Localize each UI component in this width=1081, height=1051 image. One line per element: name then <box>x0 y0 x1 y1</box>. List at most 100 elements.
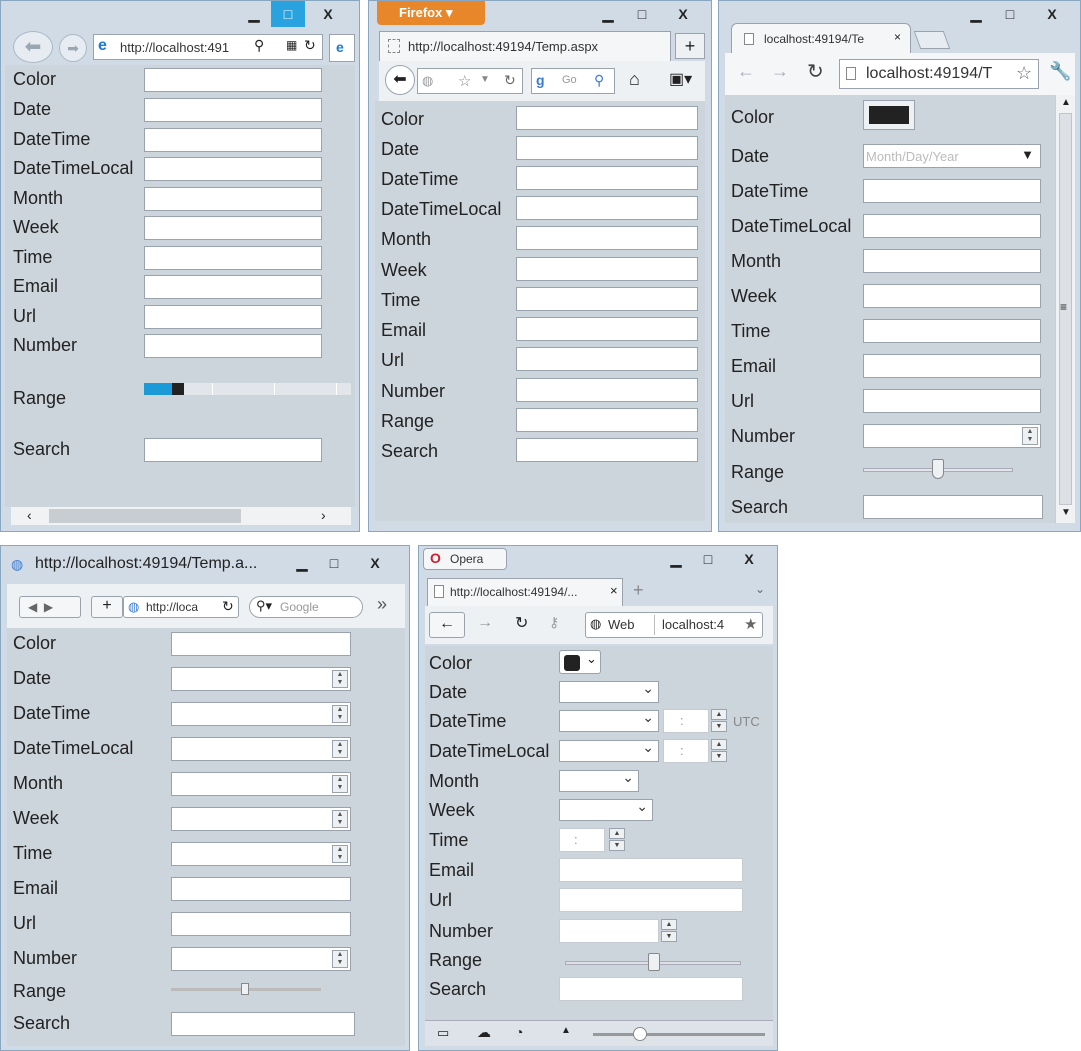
star-icon[interactable]: ☆ <box>458 72 471 90</box>
ie-maximize-button[interactable]: □ <box>271 1 305 27</box>
time-input[interactable] <box>516 287 698 311</box>
url-input[interactable] <box>863 389 1041 413</box>
month-spinner[interactable]: ▲ ▼ <box>332 775 348 793</box>
datetime-spinner[interactable]: ▲ ▼ <box>332 705 348 723</box>
number-input[interactable] <box>516 378 698 402</box>
time-spinner[interactable]: ▲ ▼ <box>609 828 625 852</box>
close-tab-icon[interactable]: × <box>894 30 901 44</box>
key-icon[interactable]: ⚷ <box>549 614 559 631</box>
time-input[interactable] <box>863 319 1041 343</box>
week-input[interactable] <box>863 284 1041 308</box>
date-input[interactable]: ▲ ▼ <box>171 667 351 691</box>
firefox-menu-button[interactable]: Firefox ▾ <box>377 1 485 25</box>
search-box[interactable]: g Go ⚲ <box>531 68 615 94</box>
reload-icon[interactable]: ↻ <box>515 613 528 633</box>
bookmarks-icon[interactable]: ▣▾ <box>669 69 692 89</box>
cloud-icon[interactable]: ☁ <box>477 1024 491 1041</box>
time-input[interactable] <box>144 246 322 270</box>
zoom-thumb[interactable] <box>633 1027 647 1041</box>
number-spinner[interactable]: ▲ ▼ <box>332 950 348 968</box>
search-icon[interactable]: ⚲ <box>594 72 604 89</box>
arrow-up-icon[interactable]: ▲ <box>561 1025 571 1036</box>
ie-minimize-button[interactable]: ▁ <box>237 1 271 27</box>
scroll-right-icon[interactable]: › <box>321 507 326 523</box>
datetime-date-select[interactable] <box>559 709 659 732</box>
safari-maximize-button[interactable]: □ <box>317 550 351 576</box>
range-thumb[interactable] <box>241 983 249 995</box>
refresh-icon[interactable]: ↻ <box>504 72 516 89</box>
tab[interactable]: localhost:49194/Te × <box>731 23 911 53</box>
url-input[interactable] <box>144 305 322 329</box>
datetime-input[interactable]: ▲ ▼ <box>171 702 351 726</box>
search-input[interactable] <box>863 495 1043 519</box>
datetimelocal-input[interactable] <box>516 196 698 220</box>
number-spinner[interactable]: ▲ ▼ <box>661 919 677 943</box>
scroll-up-icon[interactable]: ▲ <box>1061 97 1071 108</box>
forward-icon[interactable]: → <box>477 614 493 632</box>
opera-close-button[interactable]: X <box>725 546 773 572</box>
datetimelocal-spinner[interactable]: ▲ ▼ <box>332 740 348 758</box>
datetimelocal-time-input[interactable]: : <box>663 739 709 763</box>
safari-minimize-button[interactable]: ▁ <box>285 550 319 576</box>
number-input[interactable] <box>559 919 659 943</box>
tab[interactable]: http://localhost:49194/Temp.aspx <box>379 31 671 61</box>
url-input[interactable] <box>516 347 698 371</box>
address-bar[interactable]: ◍ http://loca ↻ <box>123 596 239 618</box>
url-bar[interactable]: ◍ ☆ ▼ ↻ <box>417 68 523 94</box>
omnibox[interactable]: localhost:49194/T ☆ <box>839 59 1039 89</box>
search-icon[interactable]: ⚲ <box>254 37 264 54</box>
date-input[interactable]: Month/Day/Year ▼ <box>863 144 1041 168</box>
address-bar[interactable]: e http://localhost:491 ⚲ ▦ ↻ <box>93 34 323 60</box>
datetime-input[interactable] <box>863 179 1041 203</box>
datetimelocal-spinner[interactable]: ▲ ▼ <box>711 739 727 763</box>
reload-icon[interactable]: ↻ <box>807 59 824 84</box>
new-tab-button[interactable]: + <box>675 33 705 59</box>
refresh-icon[interactable]: ↻ <box>304 37 316 54</box>
ff-close-button[interactable]: X <box>659 1 707 27</box>
week-input[interactable] <box>516 257 698 281</box>
search-input[interactable] <box>171 1012 355 1036</box>
time-input[interactable]: : <box>559 828 605 852</box>
color-input[interactable] <box>144 68 322 92</box>
week-select[interactable] <box>559 798 653 821</box>
email-input[interactable] <box>516 317 698 341</box>
email-input[interactable] <box>863 354 1041 378</box>
home-icon[interactable]: ⌂ <box>629 69 640 90</box>
week-input[interactable] <box>144 216 322 240</box>
color-input[interactable] <box>516 106 698 130</box>
datetimelocal-input[interactable] <box>144 157 322 181</box>
star-icon[interactable]: ★ <box>744 615 757 633</box>
compat-icon[interactable]: ▦ <box>286 38 297 52</box>
datetime-input[interactable] <box>144 128 322 152</box>
datetimelocal-input[interactable] <box>863 214 1041 238</box>
range-slider[interactable] <box>171 983 321 995</box>
date-select[interactable] <box>559 680 659 703</box>
date-input[interactable] <box>516 136 698 160</box>
email-input[interactable] <box>559 858 743 882</box>
color-input[interactable] <box>171 632 351 656</box>
color-picker[interactable]: ⌄ <box>559 650 601 674</box>
time-spinner[interactable]: ▲ ▼ <box>332 845 348 863</box>
date-input[interactable] <box>144 98 322 122</box>
star-icon[interactable]: ☆ <box>1016 63 1032 84</box>
scroll-left-icon[interactable]: ‹ <box>27 507 32 523</box>
datetime-time-input[interactable]: : <box>663 709 709 733</box>
range-slider[interactable] <box>863 459 1013 479</box>
forward-icon[interactable]: → <box>771 61 789 82</box>
back-button[interactable]: ← <box>429 612 465 638</box>
opera-menu-button[interactable]: O Opera <box>423 548 507 570</box>
ff-maximize-button[interactable]: □ <box>625 1 659 27</box>
url-input[interactable] <box>171 912 351 936</box>
scroll-thumb[interactable] <box>49 509 241 523</box>
scroll-thumb[interactable]: ≡ <box>1059 113 1072 505</box>
panel-icon[interactable]: ▭ <box>437 1025 449 1041</box>
opera-maximize-button[interactable]: □ <box>691 546 725 572</box>
chrome-minimize-button[interactable]: ▁ <box>959 1 993 27</box>
back-forward-buttons[interactable]: ◀ ▶ <box>19 596 81 618</box>
tab-menu-icon[interactable]: ⌄ <box>755 582 765 596</box>
tab[interactable]: http://localhost:49194/... × <box>427 578 623 606</box>
search-input[interactable] <box>516 438 698 462</box>
forward-button[interactable]: ➡ <box>59 34 87 62</box>
number-spinner[interactable]: ▲ ▼ <box>1022 427 1038 445</box>
speedometer-icon[interactable]: ◔ <box>515 1024 523 1040</box>
